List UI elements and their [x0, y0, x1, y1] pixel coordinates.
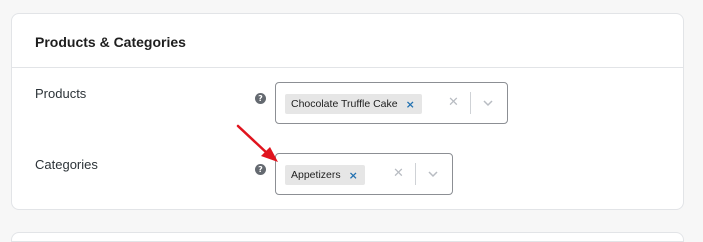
categories-label: Categories	[35, 157, 98, 172]
products-chip-remove-icon[interactable]: ×	[406, 98, 415, 111]
products-chevron-down-icon[interactable]	[481, 96, 495, 110]
products-chip-label: Chocolate Truffle Cake	[291, 98, 398, 110]
categories-chip-label: Appetizers	[291, 169, 341, 181]
categories-select[interactable]: Appetizers × ✕	[275, 153, 453, 195]
annotation-arrow-icon	[236, 124, 278, 162]
products-help-icon[interactable]: ?	[255, 93, 266, 104]
panel-title: Products & Categories	[35, 34, 186, 50]
products-select[interactable]: Chocolate Truffle Cake × ✕	[275, 82, 508, 124]
products-clear-icon[interactable]: ✕	[448, 95, 459, 110]
categories-clear-icon[interactable]: ✕	[393, 166, 404, 181]
next-panel-edge	[11, 232, 684, 242]
products-label: Products	[35, 86, 87, 101]
products-chip: Chocolate Truffle Cake ×	[285, 94, 422, 114]
categories-chip-remove-icon[interactable]: ×	[349, 169, 358, 182]
categories-chevron-down-icon[interactable]	[426, 167, 440, 181]
products-divider	[470, 92, 471, 114]
products-categories-panel: Products & Categories Products ? Chocola…	[11, 13, 684, 210]
categories-chip: Appetizers ×	[285, 165, 365, 185]
panel-header: Products & Categories	[12, 14, 683, 68]
categories-divider	[415, 163, 416, 185]
